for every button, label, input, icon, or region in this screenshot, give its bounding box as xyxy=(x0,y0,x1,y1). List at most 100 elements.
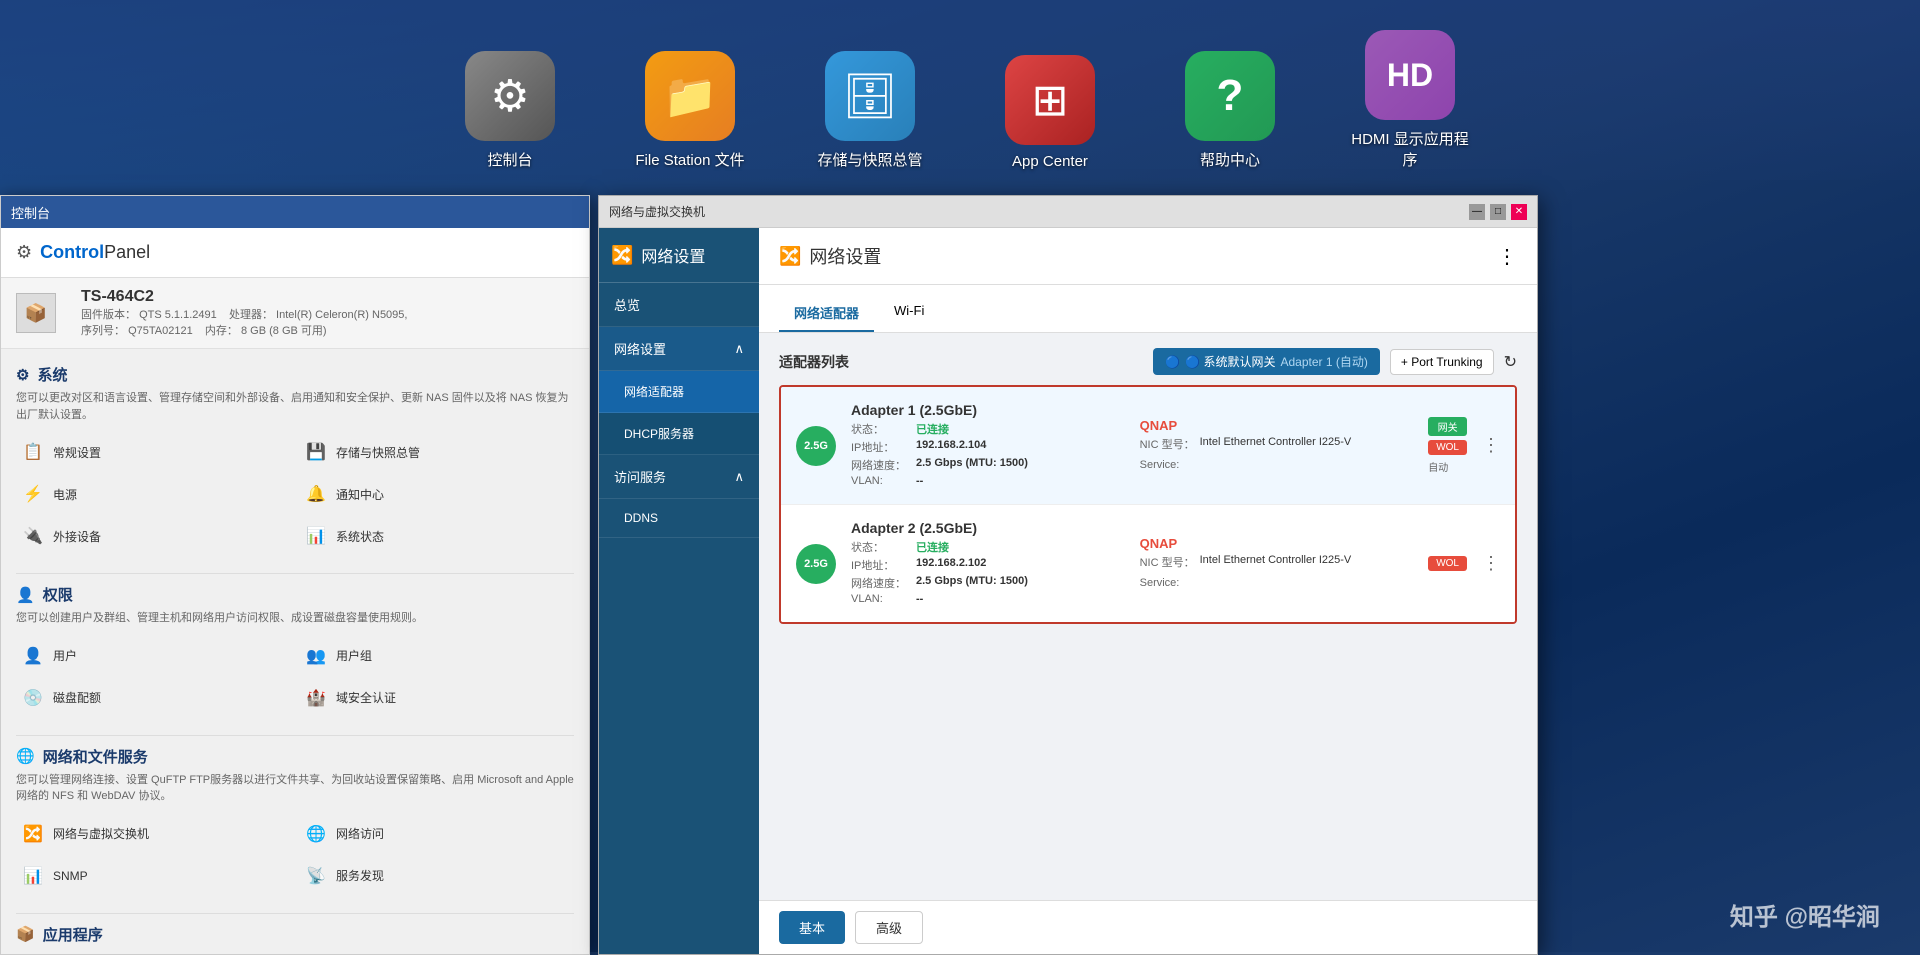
vswitch-label: 网络与虚拟交换机 xyxy=(53,825,149,842)
taskbar-item-appcenter[interactable]: ⊞ App Center xyxy=(990,55,1110,170)
general-icon: 📋 xyxy=(21,440,45,464)
taskbar-label-appcenter: App Center xyxy=(1012,153,1088,170)
ns-content: 适配器列表 🔵 🔵 系统默认网关 Adapter 1 (自动) + Port T… xyxy=(759,333,1537,900)
system-item-storage[interactable]: 💾 存储与快照总管 xyxy=(299,435,574,469)
device-icon: 📦 xyxy=(16,293,56,333)
perm-item-quota[interactable]: 💿 磁盘配额 xyxy=(16,681,291,715)
advanced-btn[interactable]: 高级 xyxy=(855,911,923,944)
snmp-label: SNMP xyxy=(53,869,88,883)
network-section-icon: 🌐 xyxy=(16,747,35,765)
taskbar-item-storage[interactable]: 🗄 存储与快照总管 xyxy=(810,51,930,170)
taskbar-item-help[interactable]: ? 帮助中心 xyxy=(1170,51,1290,170)
net-item-snmp[interactable]: 📊 SNMP xyxy=(16,859,291,893)
sidebar-item-dhcp[interactable]: DHCP服务器 xyxy=(599,413,759,455)
system-title: 系统 xyxy=(37,364,67,385)
help-icon: ? xyxy=(1185,51,1275,141)
perm-item-domain[interactable]: 🏰 域安全认证 xyxy=(299,681,574,715)
storage-cp-icon: 💾 xyxy=(304,440,328,464)
adapter1-ip-row: IP地址： 192.168.2.104 xyxy=(851,439,1125,455)
storage-cp-label: 存储与快照总管 xyxy=(336,444,420,461)
cp-section-permissions: 👤 权限 您可以创建用户及群组、管理主机和网络用户访问权限、成设置磁盘容量使用规… xyxy=(16,584,574,715)
perm-item-user[interactable]: 👤 用户 xyxy=(16,639,291,673)
more-icon[interactable]: ⋮ xyxy=(1497,244,1517,269)
sidebar-item-ddns[interactable]: DDNS xyxy=(599,499,759,538)
mem-label: 内存： xyxy=(205,325,238,337)
system-item-notify[interactable]: 🔔 通知中心 xyxy=(299,477,574,511)
port-trunking-label: + Port Trunking xyxy=(1401,355,1483,369)
gear-icon: ⚙ xyxy=(16,242,32,263)
close-button[interactable]: ✕ xyxy=(1511,204,1527,220)
adapter-item-2[interactable]: 2.5G Adapter 2 (2.5GbE) 状态： 已连接 IP地址： 19… xyxy=(781,505,1515,622)
net-item-vswitch[interactable]: 🔀 网络与虚拟交换机 xyxy=(16,817,291,851)
cp-device-info: 固件版本： QTS 5.1.1.2491 处理器： Intel(R) Celer… xyxy=(81,306,407,322)
adapter2-manufacturer: QNAP NIC 型号： Intel Ethernet Controller I… xyxy=(1140,536,1414,591)
net-item-discovery[interactable]: 📡 服务发现 xyxy=(299,859,574,893)
default-gateway-label: 🔵 系统默认网关 xyxy=(1185,353,1275,370)
usergroup-icon: 👥 xyxy=(304,644,328,668)
sidebar-item-network-settings[interactable]: 网络设置 ∧ xyxy=(599,327,759,371)
minimize-button[interactable]: — xyxy=(1469,204,1485,220)
adapter-label: 网络适配器 xyxy=(624,385,684,399)
vswitch-icon: 🔀 xyxy=(21,822,45,846)
system-item-general[interactable]: 📋 常规设置 xyxy=(16,435,291,469)
refresh-button[interactable]: ↻ xyxy=(1504,352,1517,372)
permissions-desc: 您可以创建用户及群组、管理主机和网络用户访问权限、成设置磁盘容量使用规则。 xyxy=(16,610,574,627)
system-item-power[interactable]: ⚡ 电源 xyxy=(16,477,291,511)
net-item-access[interactable]: 🌐 网络访问 xyxy=(299,817,574,851)
ns-adapter-actions: 🔵 🔵 系统默认网关 Adapter 1 (自动) + Port Trunkin… xyxy=(1153,348,1517,375)
perm-item-usergroup[interactable]: 👥 用户组 xyxy=(299,639,574,673)
overview-label: 总览 xyxy=(614,298,640,313)
system-item-external[interactable]: 🔌 外接设备 xyxy=(16,519,291,553)
user-label: 用户 xyxy=(53,647,77,664)
adapter2-status: 已连接 xyxy=(916,539,949,555)
ns-tabs: 网络适配器 Wi-Fi xyxy=(759,285,1537,333)
network-grid: 🔀 网络与虚拟交换机 🌐 网络访问 📊 SNMP 📡 服务发现 xyxy=(16,817,574,893)
sidebar-item-access[interactable]: 访问服务 ∧ xyxy=(599,455,759,499)
adapter1-service-label: Service: xyxy=(1140,459,1180,471)
adapter2-speed: 2.5 Gbps (MTU: 1500) xyxy=(916,575,1028,591)
sidebar-item-overview[interactable]: 总览 xyxy=(599,283,759,327)
storage-icon: 🗄 xyxy=(825,51,915,141)
port-trunking-button[interactable]: + Port Trunking xyxy=(1390,349,1494,375)
taskbar-item-filestation[interactable]: 📁 File Station 文件 xyxy=(630,51,750,170)
adapter1-manufacturer: QNAP NIC 型号： Intel Ethernet Controller I… xyxy=(1140,418,1414,473)
ns-sidebar-header: 🔀 网络设置 xyxy=(599,228,759,283)
cp-section-network: 🌐 网络和文件服务 您可以管理网络连接、设置 QuFTP FTP服务器以进行文件… xyxy=(16,746,574,893)
adapter-list-title: 适配器列表 xyxy=(779,352,849,372)
adapter2-speed-row: 网络速度： 2.5 Gbps (MTU: 1500) xyxy=(851,575,1125,591)
adapter1-menu-icon[interactable]: ⋮ xyxy=(1482,435,1500,456)
general-label: 常规设置 xyxy=(53,444,101,461)
watermark: 知乎 @昭华涧 xyxy=(1730,897,1880,932)
tab-adapter[interactable]: 网络适配器 xyxy=(779,295,874,332)
taskbar: ⚙ 控制台 📁 File Station 文件 🗄 存储与快照总管 ⊞ App … xyxy=(0,0,1920,180)
tab-wifi[interactable]: Wi-Fi xyxy=(879,295,939,332)
cp-section-system: ⚙ 系统 您可以更改对区和语言设置、管理存储空间和外部设备、启用通知和安全保护、… xyxy=(16,364,574,553)
external-icon: 🔌 xyxy=(21,524,45,548)
adapter2-ip-row: IP地址： 192.168.2.102 xyxy=(851,557,1125,573)
adapter2-menu-icon[interactable]: ⋮ xyxy=(1482,553,1500,574)
adapter2-badge-wol: WOL xyxy=(1428,556,1467,571)
adapter2-circle: 2.5G xyxy=(796,544,836,584)
cp-section-title-applications: 📦 应用程序 xyxy=(16,924,574,945)
ns-window-buttons: — □ ✕ xyxy=(1469,204,1527,220)
adapter1-ip: 192.168.2.104 xyxy=(916,439,986,455)
taskbar-item-hdmi[interactable]: HD HDMI 显示应用程序 xyxy=(1350,30,1470,170)
maximize-button[interactable]: □ xyxy=(1490,204,1506,220)
cp-section-applications: 📦 应用程序 您可以使用 Web 服务器和 MariaDB 托管网站，并为多媒体… xyxy=(16,924,574,946)
domain-icon: 🏰 xyxy=(304,686,328,710)
ns-body: 🔀 网络设置 总览 网络设置 ∧ 网络适配器 DHCP服务器 访问服务 ∧ xyxy=(599,228,1537,954)
mem-value: 8 GB (8 GB 可用) xyxy=(241,325,327,337)
basic-btn[interactable]: 基本 xyxy=(779,911,845,944)
adapter1-nic: Intel Ethernet Controller I225-V xyxy=(1200,436,1352,452)
default-gateway-button[interactable]: 🔵 🔵 系统默认网关 Adapter 1 (自动) xyxy=(1153,348,1380,375)
system-item-status[interactable]: 📊 系统状态 xyxy=(299,519,574,553)
adapter1-badges: 网关 WOL 自动 xyxy=(1428,417,1467,474)
cp-device-details: TS-464C2 固件版本： QTS 5.1.1.2491 处理器： Intel… xyxy=(81,288,407,338)
adapter1-status: 已连接 xyxy=(916,421,949,437)
adapter-item-1[interactable]: 2.5G Adapter 1 (2.5GbE) 状态： 已连接 IP地址： 19… xyxy=(781,387,1515,505)
taskbar-item-control[interactable]: ⚙ 控制台 xyxy=(450,51,570,170)
refresh-icon: ↻ xyxy=(1504,354,1517,371)
sidebar-item-adapter[interactable]: 网络适配器 xyxy=(599,371,759,413)
firmware-label: 固件版本： xyxy=(81,309,136,321)
taskbar-label-control: 控制台 xyxy=(487,149,532,170)
